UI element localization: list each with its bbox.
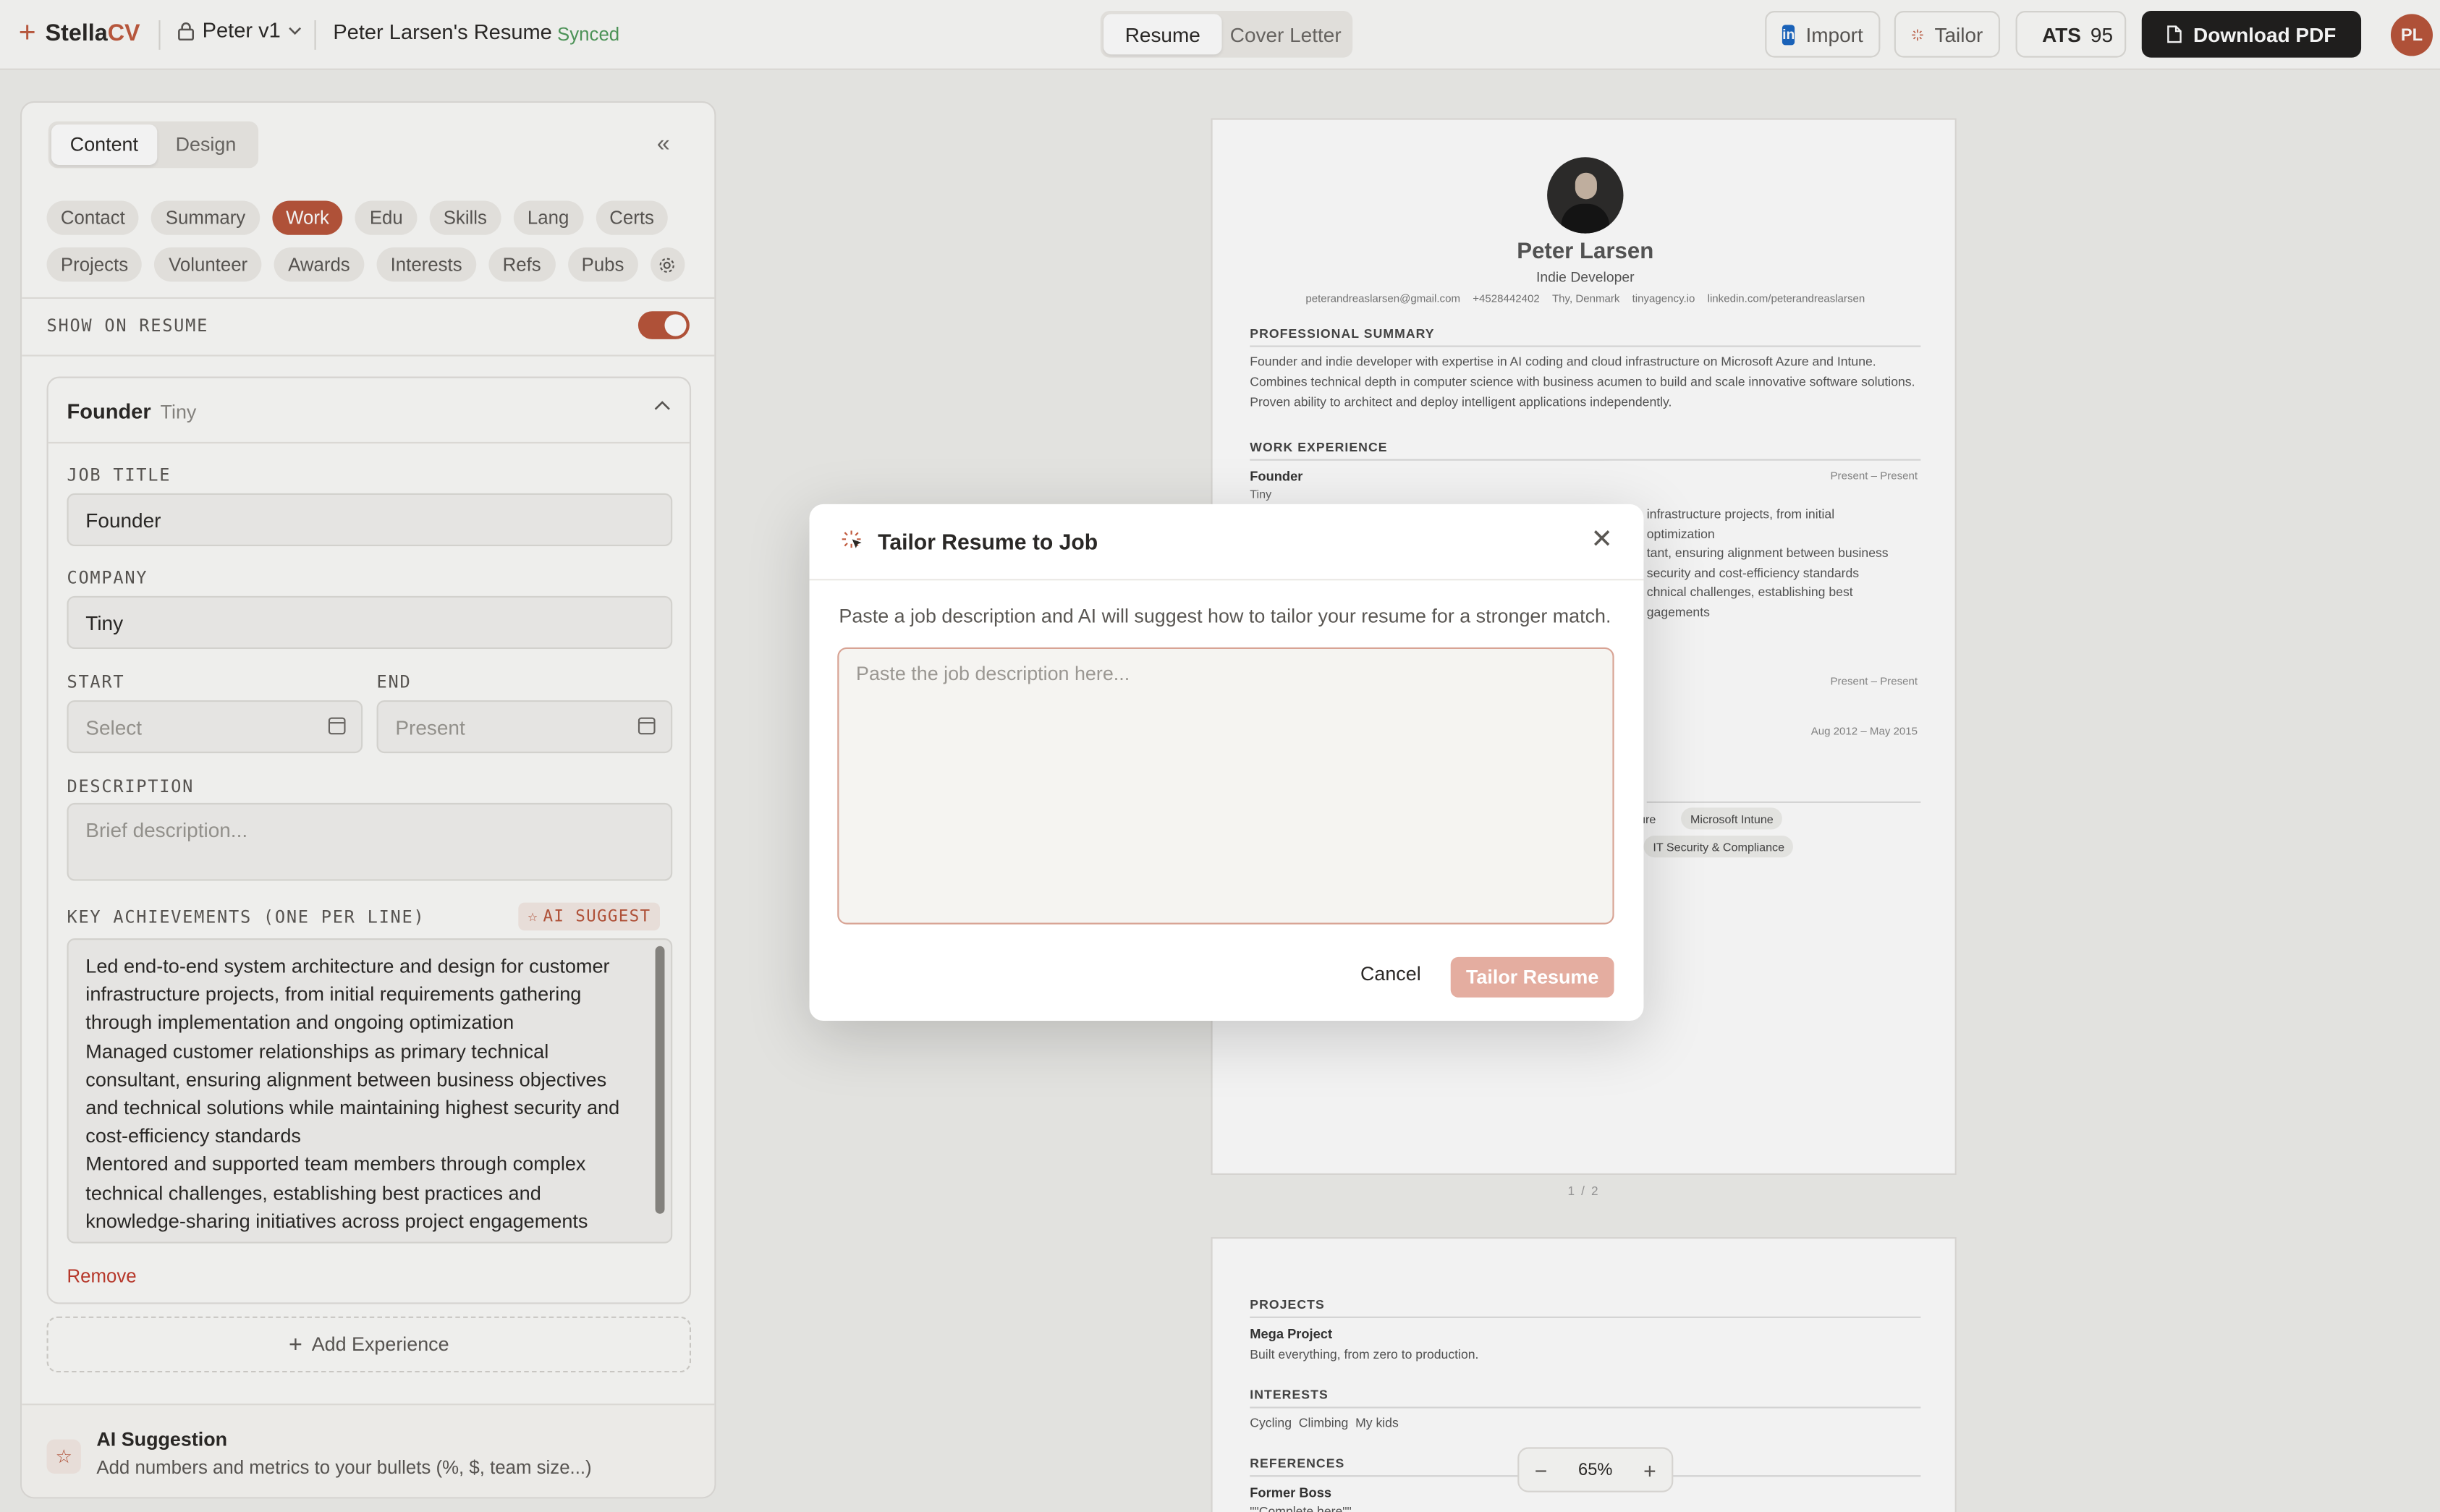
- divider: [809, 579, 1644, 581]
- cancel-button[interactable]: Cancel: [1360, 963, 1421, 985]
- tailor-resume-button[interactable]: Tailor Resume: [1450, 956, 1614, 998]
- close-icon[interactable]: ✕: [1590, 526, 1613, 553]
- modal-title: Tailor Resume to Job: [878, 529, 1098, 554]
- modal-description: Paste a job description and AI will sugg…: [839, 605, 1611, 627]
- sparkle-cursor-icon: [842, 530, 862, 548]
- job-description-input[interactable]: Paste the job description here...: [837, 647, 1614, 925]
- tailor-modal: Tailor Resume to Job ✕ Paste a job descr…: [809, 504, 1644, 1022]
